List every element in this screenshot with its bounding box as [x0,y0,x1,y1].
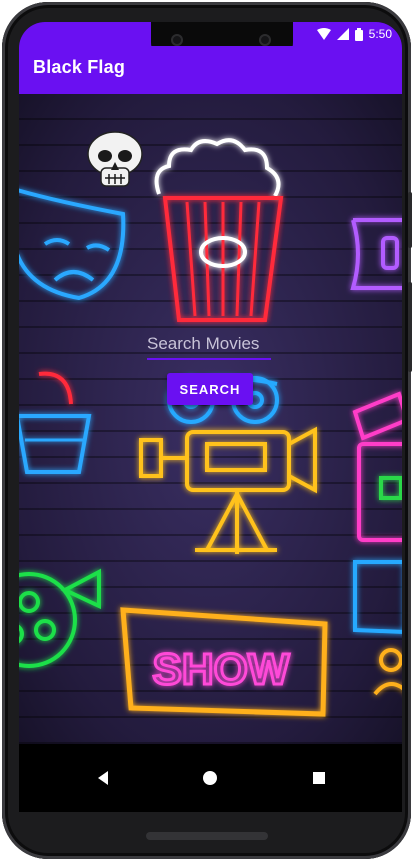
phone-frame: 5:50 Black Flag SHOW Search Movies SEARC… [2,2,412,859]
home-button[interactable] [196,764,224,792]
volume-button [408,282,412,372]
power-button [408,192,412,248]
film-camera-icon [139,426,317,554]
battery-icon [354,27,363,41]
search-field-wrap [147,334,271,360]
search-input[interactable] [147,334,271,360]
cell-signal-icon [336,28,349,40]
screen: 5:50 Black Flag SHOW Search Movies SEARC… [19,22,402,812]
skull-icon [87,131,143,187]
wifi-icon [316,28,331,40]
app-title: Black Flag [33,57,126,77]
show-sign-text: SHOW [153,645,290,694]
popcorn-bucket-icon [19,371,92,474]
film-reel-icon [19,568,101,668]
drama-mask-icon [19,188,126,301]
recents-button[interactable] [305,764,333,792]
back-button[interactable] [89,764,117,792]
clapperboard-icon [352,391,402,542]
navigation-bar [19,744,402,812]
bottom-speaker [146,832,268,840]
status-icons: 5:50 [316,25,392,43]
neon-background: SHOW [19,131,402,717]
front-camera-left [171,34,183,46]
neon-bottom-right [353,560,402,696]
status-time: 5:50 [368,27,392,41]
main-content: SHOW SEARCH [19,94,402,744]
show-sign-icon: SHOW [120,607,328,717]
recents-icon [313,772,325,784]
back-icon [98,771,108,785]
home-icon [203,771,217,785]
front-camera-right [259,34,271,46]
ticket-icon [350,218,402,290]
popcorn-icon [154,138,284,322]
search-button[interactable]: SEARCH [167,373,253,405]
